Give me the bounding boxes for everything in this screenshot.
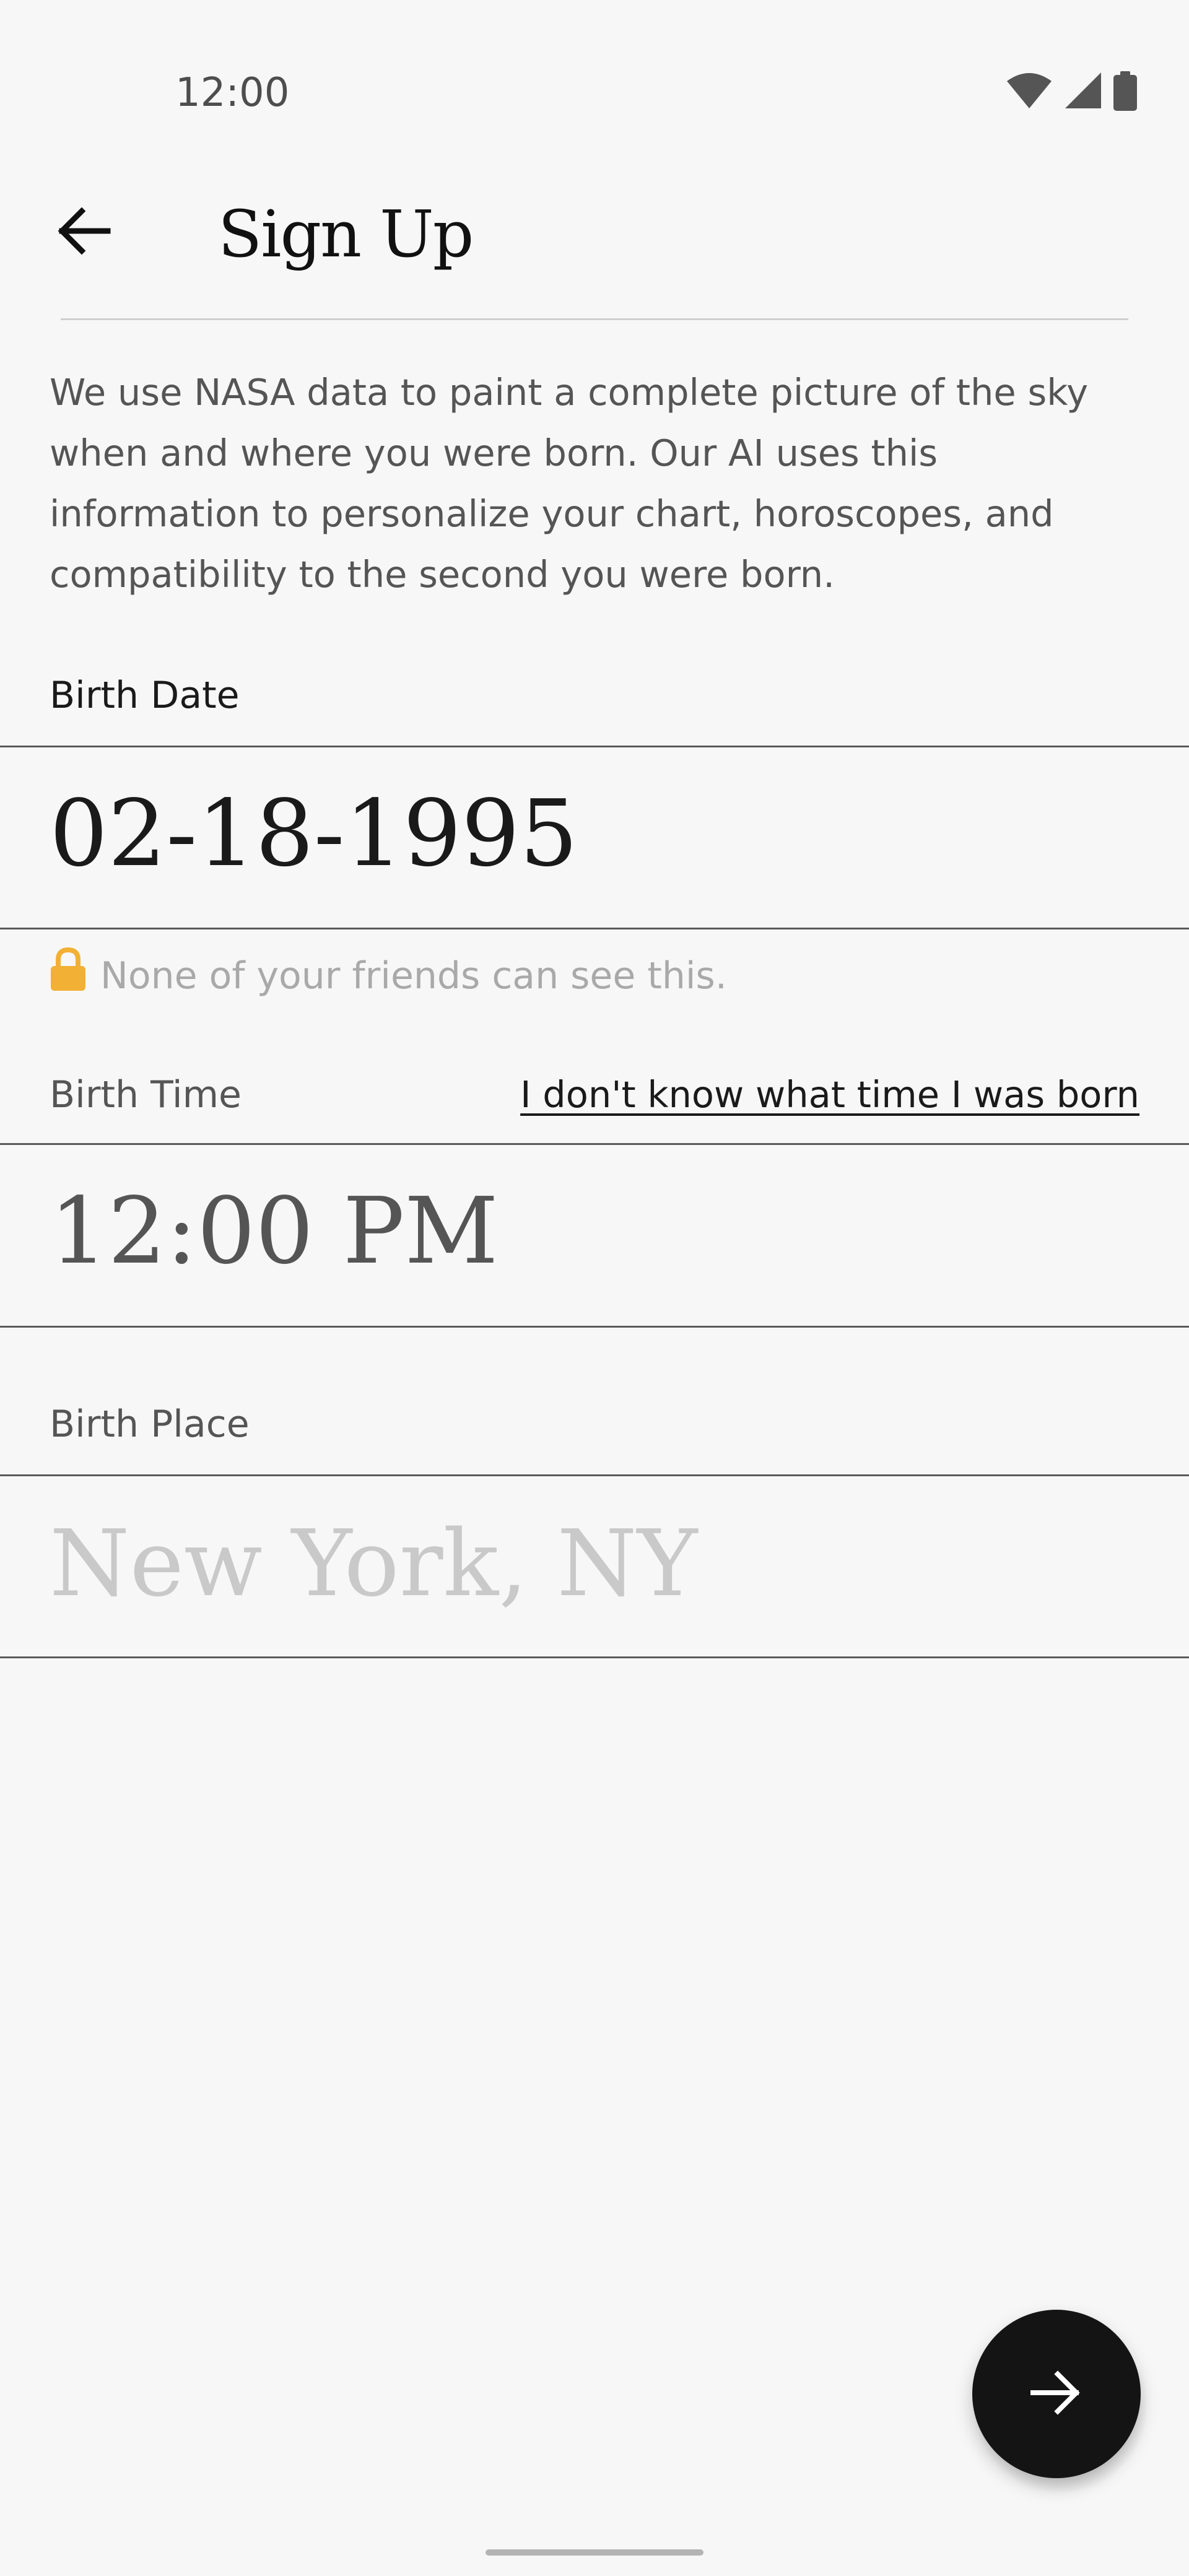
intro-text: We use NASA data to paint a complete pic… <box>50 371 1089 596</box>
birth-place-field[interactable]: New York, NY <box>0 1476 1189 1656</box>
birth-place-placeholder: New York, NY <box>50 1510 698 1617</box>
birth-date-value: 02-18-1995 <box>50 780 578 887</box>
divider <box>0 1326 1189 1328</box>
privacy-note: None of your friends can see this. <box>50 947 727 1004</box>
battery-icon <box>1113 71 1137 111</box>
birth-date-label: Birth Date <box>50 674 240 717</box>
birth-time-field[interactable]: 12:00 PM <box>0 1145 1189 1325</box>
gesture-navigation-bar[interactable] <box>486 2549 703 2556</box>
wifi-icon <box>1006 72 1053 110</box>
divider <box>0 1656 1189 1658</box>
status-time: 12:00 <box>175 70 290 116</box>
arrow-right-icon <box>1030 2369 1082 2419</box>
unknown-birth-time-link[interactable]: I don't know what time I was born <box>520 1073 1139 1117</box>
status-icons <box>1006 69 1137 113</box>
birth-time-label: Birth Time <box>50 1073 242 1116</box>
privacy-note-text: None of your friends can see this. <box>100 954 727 998</box>
divider <box>0 928 1189 929</box>
back-button[interactable] <box>50 198 118 266</box>
arrow-left-icon <box>56 206 111 259</box>
birth-place-label: Birth Place <box>50 1403 250 1446</box>
lock-icon <box>50 947 87 1004</box>
next-button[interactable] <box>972 2310 1141 2478</box>
page-title: Sign Up <box>218 196 474 272</box>
birth-date-field[interactable]: 02-18-1995 <box>0 747 1189 928</box>
cellular-signal-icon <box>1064 72 1102 110</box>
title-divider <box>61 318 1128 320</box>
birth-time-value: 12:00 PM <box>50 1178 499 1284</box>
